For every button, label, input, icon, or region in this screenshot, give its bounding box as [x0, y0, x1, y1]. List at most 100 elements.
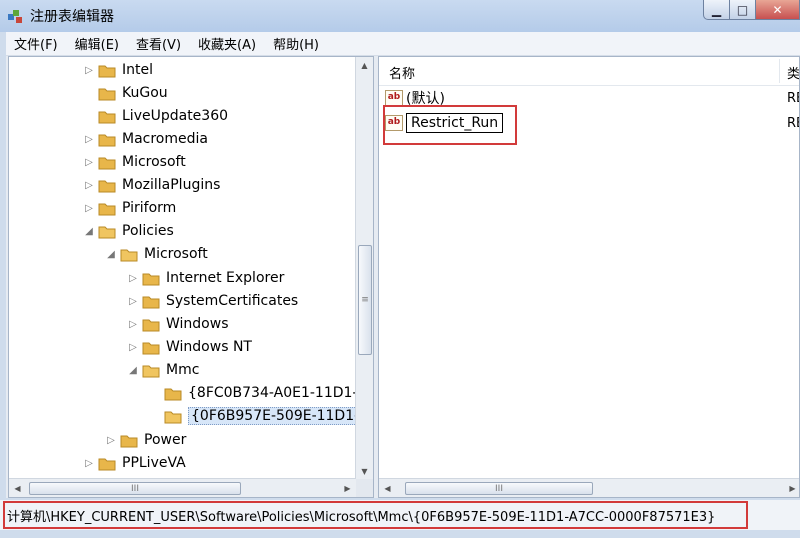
scroll-left-icon[interactable]: ◀: [9, 479, 26, 497]
tree-item-label: PPLiveVA: [122, 455, 186, 471]
open-folder-icon: [164, 411, 182, 423]
tree-vertical-scrollbar[interactable]: ▲ ≡ ▼: [355, 57, 373, 480]
open-folder-icon: [142, 365, 160, 377]
registry-tree: ▷ Intel KuGou LiveUpdate360 ▷ Macromedia…: [8, 56, 374, 498]
open-folder-icon: [98, 226, 116, 238]
client-area: ▷ Intel KuGou LiveUpdate360 ▷ Macromedia…: [6, 56, 800, 498]
tree-item-guid-0f6b957e[interactable]: {0F6B957E-509E-11D1-A: [149, 405, 372, 427]
scroll-right-icon[interactable]: ▶: [339, 479, 356, 497]
tree-item-label: Microsoft: [144, 246, 208, 262]
scroll-thumb[interactable]: III: [29, 482, 241, 495]
registry-editor-icon: [8, 10, 22, 23]
tree-item-macromedia[interactable]: ▷ Macromedia: [83, 128, 208, 150]
value-type: RE: [787, 91, 799, 106]
collapse-arrow-icon[interactable]: ◢: [83, 226, 95, 237]
title-bar: 注册表编辑器 ▁ □ ✕: [0, 0, 800, 32]
expand-arrow-icon[interactable]: ▷: [83, 134, 95, 145]
window-controls: ▁ □ ✕: [703, 0, 800, 22]
folder-icon: [98, 88, 116, 100]
scrollbar-corner: [356, 479, 373, 497]
expand-arrow-icon[interactable]: ▷: [127, 342, 139, 353]
tree-item-label: Windows: [166, 316, 229, 332]
folder-icon: [120, 435, 138, 447]
tree-item-windows[interactable]: ▷ Windows: [127, 313, 229, 335]
folder-icon: [98, 203, 116, 215]
folder-icon: [142, 342, 160, 354]
tree-item-policies-microsoft[interactable]: ◢ Microsoft: [105, 243, 208, 265]
highlight-box-value: [383, 105, 517, 145]
column-header-name[interactable]: 名称: [389, 63, 415, 82]
tree-item-intel[interactable]: ▷ Intel: [83, 59, 153, 81]
expand-arrow-icon[interactable]: ▷: [83, 65, 95, 76]
tree-item-mmc[interactable]: ◢ Mmc: [127, 359, 199, 381]
status-bar: 计算机\HKEY_CURRENT_USER\Software\Policies\…: [0, 500, 800, 530]
value-type: RE: [787, 116, 799, 131]
column-divider[interactable]: [779, 59, 780, 83]
minimize-button[interactable]: ▁: [703, 0, 730, 20]
folder-icon: [164, 388, 182, 400]
tree-item-pplivева[interactable]: ▷ PPLiveVA: [83, 452, 186, 474]
tree-item-windows-nt[interactable]: ▷ Windows NT: [127, 336, 252, 358]
string-value-icon: ab: [385, 90, 403, 106]
menu-help[interactable]: 帮助(H): [265, 34, 328, 53]
scroll-right-icon[interactable]: ▶: [784, 479, 799, 497]
expand-arrow-icon[interactable]: ▷: [105, 435, 117, 446]
scroll-up-icon[interactable]: ▲: [356, 57, 373, 74]
tree-item-microsoft[interactable]: ▷ Microsoft: [83, 151, 186, 173]
scroll-left-icon[interactable]: ◀: [379, 479, 396, 497]
folder-icon: [98, 157, 116, 169]
expand-arrow-icon[interactable]: ▷: [83, 458, 95, 469]
tree-item-label: Macromedia: [122, 131, 208, 147]
list-header: 名称 类: [379, 57, 799, 86]
folder-icon: [98, 111, 116, 123]
tree-item-label: LiveUpdate360: [122, 108, 229, 124]
expand-arrow-icon[interactable]: ▷: [127, 273, 139, 284]
expand-arrow-icon[interactable]: ▷: [83, 180, 95, 191]
tree-item-label: Power: [144, 432, 187, 448]
menu-file[interactable]: 文件(F): [6, 34, 67, 53]
tree-item-label: Internet Explorer: [166, 270, 285, 286]
values-horizontal-scrollbar[interactable]: ◀ III ▶: [379, 478, 799, 497]
tree-item-label: {8FC0B734-A0E1-11D1-: [188, 385, 358, 401]
menu-favorites[interactable]: 收藏夹(A): [190, 34, 265, 53]
expand-arrow-icon[interactable]: ▷: [83, 157, 95, 168]
folder-icon: [142, 296, 160, 308]
menu-bar: 文件(F) 编辑(E) 查看(V) 收藏夹(A) 帮助(H): [6, 32, 800, 56]
expand-arrow-icon[interactable]: ▷: [127, 296, 139, 307]
tree-item-power[interactable]: ▷ Power: [105, 429, 186, 451]
folder-icon: [98, 458, 116, 470]
tree-item-kugou[interactable]: KuGou: [83, 82, 168, 104]
tree-item-mozillaplugins[interactable]: ▷ MozillaPlugins: [83, 174, 220, 196]
menu-edit[interactable]: 编辑(E): [67, 34, 128, 53]
expand-arrow-icon[interactable]: ▷: [127, 319, 139, 330]
values-list: 名称 类 ab (默认) RE ab Restrict_Run RE ◀ III…: [378, 56, 800, 498]
tree-item-label: Intel: [122, 62, 153, 78]
open-folder-icon: [120, 249, 138, 261]
tree-item-label: Piriform: [122, 200, 177, 216]
tree-item-systemcertificates[interactable]: ▷ SystemCertificates: [127, 290, 298, 312]
scroll-thumb[interactable]: III: [405, 482, 593, 495]
tree-item-label: SystemCertificates: [166, 293, 299, 309]
collapse-arrow-icon[interactable]: ◢: [105, 249, 117, 260]
tree-item-policies[interactable]: ◢ Policies: [83, 220, 174, 242]
expand-arrow-icon[interactable]: ▷: [83, 203, 95, 214]
tree-item-label: Microsoft: [122, 154, 186, 170]
scroll-down-icon[interactable]: ▼: [356, 463, 373, 480]
column-header-type[interactable]: 类: [787, 63, 799, 82]
tree-item-liveupdate360[interactable]: LiveUpdate360: [83, 105, 228, 127]
maximize-button[interactable]: □: [730, 0, 756, 20]
tree-item-label: Policies: [122, 223, 174, 239]
tree-item-guid-8fc0b734[interactable]: {8FC0B734-A0E1-11D1-: [149, 382, 357, 404]
tree-item-internet-explorer[interactable]: ▷ Internet Explorer: [127, 267, 284, 289]
folder-icon: [98, 134, 116, 146]
collapse-arrow-icon[interactable]: ◢: [127, 365, 139, 376]
menu-view[interactable]: 查看(V): [128, 34, 190, 53]
close-button[interactable]: ✕: [756, 0, 800, 20]
scroll-thumb[interactable]: ≡: [358, 245, 372, 355]
window-title: 注册表编辑器: [30, 9, 114, 25]
tree-item-piriform[interactable]: ▷ Piriform: [83, 197, 176, 219]
tree-horizontal-scrollbar[interactable]: ◀ III ▶: [9, 478, 356, 497]
tree-item-label: KuGou: [122, 85, 168, 101]
tree-item-label-selected: {0F6B957E-509E-11D1-A: [188, 407, 372, 425]
tree-item-label: MozillaPlugins: [122, 177, 221, 193]
